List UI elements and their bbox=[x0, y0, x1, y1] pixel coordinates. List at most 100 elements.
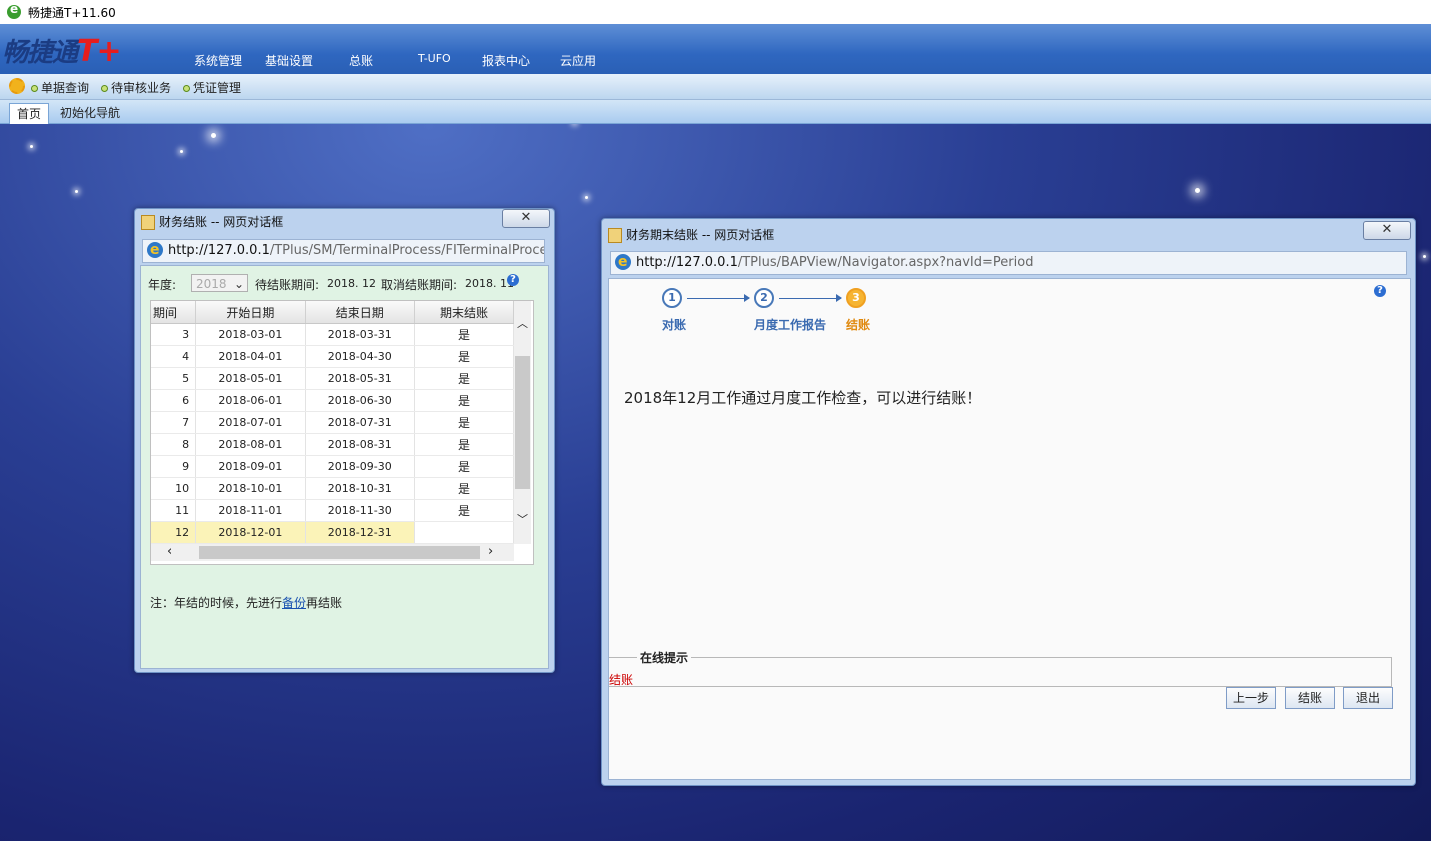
step-2-label[interactable]: 月度工作报告 bbox=[754, 316, 826, 333]
star bbox=[1423, 255, 1426, 258]
arrow-right-icon bbox=[779, 294, 842, 302]
cell-period: 11 bbox=[151, 499, 197, 522]
step-3-label[interactable]: 结账 bbox=[846, 316, 870, 333]
cell-closed: 是 bbox=[414, 367, 515, 390]
table-row[interactable]: 10 2018-10-01 2018-10-31 是 bbox=[151, 477, 515, 500]
cell-end-date: 2018-06-30 bbox=[305, 389, 415, 412]
cell-closed: 是 bbox=[414, 389, 515, 412]
menu-t-ufo[interactable]: T-UFO bbox=[418, 52, 451, 65]
exit-button[interactable]: 退出 bbox=[1343, 687, 1393, 709]
toolbar-voucher-mgmt[interactable]: 凭证管理 bbox=[183, 79, 241, 96]
menu-general-ledger[interactable]: 总账 bbox=[349, 52, 373, 69]
close-button[interactable]: ✕ bbox=[1363, 221, 1411, 240]
table-row[interactable]: 12 2018-12-01 2018-12-31 bbox=[151, 521, 515, 544]
help-icon[interactable]: ? bbox=[507, 274, 519, 286]
scroll-thumb[interactable] bbox=[515, 356, 530, 489]
col-period[interactable]: 期间 bbox=[151, 301, 197, 324]
scroll-thumb[interactable] bbox=[199, 546, 480, 559]
dialog-body: 年度: 2018 ⌄ 待结账期间: 2018. 12 取消结账期间: 2018. … bbox=[140, 265, 549, 669]
table-row[interactable]: 4 2018-04-01 2018-04-30 是 bbox=[151, 345, 515, 368]
step-1-icon[interactable]: 1 bbox=[662, 288, 682, 308]
online-tip-text: 结账 bbox=[609, 673, 634, 687]
arrow-right-icon bbox=[687, 294, 750, 302]
toolbar-doc-query[interactable]: 单据查询 bbox=[31, 79, 89, 96]
table-row[interactable]: 11 2018-11-01 2018-11-30 是 bbox=[151, 499, 515, 522]
menu-system-admin[interactable]: 系统管理 bbox=[194, 52, 242, 69]
vertical-scrollbar[interactable]: ︿ ﹀ bbox=[514, 301, 531, 544]
dialog-body: ? 1 2 3 对账 月度工作报告 结账 2018年12月工作通过月度工作检查，… bbox=[608, 278, 1411, 780]
gear-icon[interactable] bbox=[9, 78, 25, 94]
cell-end-date: 2018-03-31 bbox=[305, 323, 415, 346]
tab-bar: 首页 初始化导航 bbox=[0, 100, 1431, 124]
dialog-title: 财务结账 -- 网页对话框 bbox=[141, 213, 283, 230]
pending-label: 待结账期间: bbox=[255, 278, 320, 292]
step-2-icon[interactable]: 2 bbox=[754, 288, 774, 308]
cell-period: 7 bbox=[151, 411, 197, 434]
bullet-icon bbox=[31, 85, 38, 92]
tab-init-navigation[interactable]: 初始化导航 bbox=[53, 103, 127, 123]
menu-report-center[interactable]: 报表中心 bbox=[482, 52, 530, 69]
step-3-icon[interactable]: 3 bbox=[846, 288, 866, 308]
cell-end-date: 2018-11-30 bbox=[305, 499, 415, 522]
cell-end-date: 2018-08-31 bbox=[305, 433, 415, 456]
cell-closed: 是 bbox=[414, 433, 515, 456]
pending-value: 2018. 12 bbox=[327, 277, 376, 290]
quick-toolbar: 单据查询 待审核业务 凭证管理 bbox=[0, 74, 1431, 100]
cell-start-date: 2018-04-01 bbox=[195, 345, 306, 368]
cell-start-date: 2018-10-01 bbox=[195, 477, 306, 500]
app-title-bar: 畅捷通T+11.60 bbox=[0, 0, 1431, 24]
dialog-period-end-closing: 财务期末结账 -- 网页对话框 ✕ http://127.0.0.1/TPlus… bbox=[601, 218, 1416, 786]
menu-cloud-apps[interactable]: 云应用 bbox=[560, 52, 596, 69]
star bbox=[1195, 188, 1200, 193]
star bbox=[211, 133, 216, 138]
main-header: 畅捷通T+ 系统管理 基础设置 总账 T-UFO 报表中心 云应用 bbox=[0, 24, 1431, 74]
close-books-button[interactable]: 结账 bbox=[1285, 687, 1335, 709]
cell-period: 9 bbox=[151, 455, 197, 478]
backup-link[interactable]: 备份 bbox=[282, 596, 306, 610]
chevron-down-icon: ⌄ bbox=[233, 277, 244, 291]
cell-start-date: 2018-06-01 bbox=[195, 389, 306, 412]
address-bar: http://127.0.0.1/TPlus/BAPView/Navigator… bbox=[610, 251, 1407, 275]
col-end-date[interactable]: 结束日期 bbox=[305, 301, 415, 324]
year-select[interactable]: 2018 ⌄ bbox=[191, 274, 248, 292]
chevron-down-icon[interactable]: ﹀ bbox=[517, 511, 528, 527]
table-row[interactable]: 5 2018-05-01 2018-05-31 是 bbox=[151, 367, 515, 390]
cell-period: 3 bbox=[151, 323, 197, 346]
cell-start-date: 2018-11-01 bbox=[195, 499, 306, 522]
menu-basic-settings[interactable]: 基础设置 bbox=[265, 52, 313, 69]
col-closed[interactable]: 期末结账 bbox=[414, 301, 515, 324]
table-row[interactable]: 7 2018-07-01 2018-07-31 是 bbox=[151, 411, 515, 434]
ie-icon bbox=[147, 240, 163, 261]
table-row[interactable]: 9 2018-09-01 2018-09-30 是 bbox=[151, 455, 515, 478]
chevron-right-icon[interactable]: › bbox=[488, 544, 493, 559]
col-start-date[interactable]: 开始日期 bbox=[195, 301, 306, 324]
tab-home[interactable]: 首页 bbox=[9, 103, 50, 124]
cell-closed: 是 bbox=[414, 323, 515, 346]
cell-closed: 是 bbox=[414, 477, 515, 500]
cell-closed: 是 bbox=[414, 411, 515, 434]
cell-closed bbox=[414, 521, 515, 544]
step-1-label[interactable]: 对账 bbox=[662, 316, 686, 333]
cell-end-date: 2018-05-31 bbox=[305, 367, 415, 390]
logo: 畅捷通T+ bbox=[2, 34, 122, 69]
periods-grid: 期间 开始日期 结束日期 期末结账 3 2018-03-01 2018-03-31 是… bbox=[150, 300, 534, 565]
cell-start-date: 2018-05-01 bbox=[195, 367, 306, 390]
close-button[interactable]: ✕ bbox=[502, 209, 550, 228]
previous-step-button[interactable]: 上一步 bbox=[1226, 687, 1276, 709]
horizontal-scrollbar[interactable]: ‹ › bbox=[151, 544, 514, 561]
cell-period: 10 bbox=[151, 477, 197, 500]
star bbox=[585, 196, 588, 199]
ie-icon bbox=[615, 252, 631, 273]
app-title: 畅捷通T+11.60 bbox=[28, 6, 116, 20]
table-row[interactable]: 6 2018-06-01 2018-06-30 是 bbox=[151, 389, 515, 412]
year-label: 年度: bbox=[148, 278, 177, 292]
toolbar-pending-review[interactable]: 待审核业务 bbox=[101, 79, 171, 96]
table-row[interactable]: 3 2018-03-01 2018-03-31 是 bbox=[151, 323, 515, 346]
chevron-left-icon[interactable]: ‹ bbox=[167, 544, 172, 559]
chevron-up-icon[interactable]: ︿ bbox=[517, 315, 528, 331]
backup-note: 注：年结的时候，先进行备份再结账 bbox=[150, 596, 343, 610]
cell-period: 4 bbox=[151, 345, 197, 368]
help-icon[interactable]: ? bbox=[1374, 285, 1386, 297]
periods-table: 期间 开始日期 结束日期 期末结账 3 2018-03-01 2018-03-31 是… bbox=[151, 301, 515, 544]
table-row[interactable]: 8 2018-08-01 2018-08-31 是 bbox=[151, 433, 515, 456]
